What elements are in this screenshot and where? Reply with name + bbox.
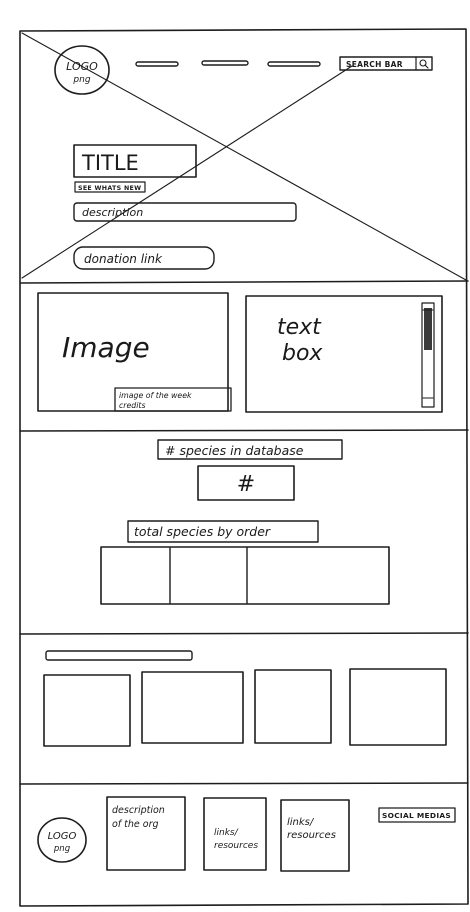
footer-description-line-2: of the org bbox=[112, 819, 159, 830]
species-count-label-text: # species in database bbox=[165, 443, 304, 458]
species-by-order-label: total species by order bbox=[127, 520, 319, 543]
nav-item[interactable] bbox=[201, 60, 249, 66]
header-logo[interactable]: LOGO png bbox=[54, 45, 110, 95]
feature-section: Image image of the week credits text box bbox=[37, 292, 443, 413]
donation-link[interactable]: donation link bbox=[73, 246, 215, 270]
footer-social-medias[interactable]: SOCIAL MEDIAS bbox=[378, 807, 456, 823]
footer-links-2-line-1: links/ bbox=[287, 817, 315, 828]
scrollbar-thumb[interactable] bbox=[424, 308, 432, 350]
page-title-text: TITLE bbox=[81, 151, 139, 175]
footer-links-2-line-2: resources bbox=[287, 830, 336, 841]
hero-section: LOGO png SEARCH BAR TITLE SEE WHATS NEW … bbox=[21, 32, 467, 281]
hero-description-text: description bbox=[82, 206, 143, 219]
footer-org-description: description of the org bbox=[106, 796, 186, 871]
nav-item[interactable] bbox=[135, 61, 179, 67]
logo-subtext: png bbox=[72, 75, 90, 85]
page-title: TITLE bbox=[73, 144, 197, 178]
species-count-box: # bbox=[197, 465, 295, 501]
hero-description: description bbox=[73, 202, 297, 222]
stats-section: # species in database # total species by… bbox=[100, 439, 390, 605]
cards-section bbox=[43, 650, 447, 747]
order-table-frame bbox=[100, 546, 390, 605]
logo-text: LOGO bbox=[66, 60, 98, 73]
see-whats-new-link[interactable]: SEE WHATS NEW bbox=[74, 181, 146, 193]
footer-logo-subtext: png bbox=[53, 844, 71, 854]
footer-links-1-line-1: links/ bbox=[214, 828, 239, 838]
image-label: Image bbox=[62, 331, 150, 364]
card[interactable] bbox=[254, 669, 332, 744]
cards-heading-placeholder bbox=[45, 650, 193, 661]
species-count-label: # species in database bbox=[157, 439, 343, 460]
nav-item[interactable] bbox=[267, 61, 321, 67]
species-count-value: # bbox=[237, 472, 255, 497]
nav-bar bbox=[135, 60, 321, 67]
footer-description-line-1: description bbox=[112, 805, 165, 816]
card[interactable] bbox=[141, 671, 244, 744]
donation-link-label: donation link bbox=[84, 252, 163, 266]
footer-links-resources-1[interactable]: links/ resources bbox=[203, 797, 267, 871]
text-box-panel: text box bbox=[245, 295, 443, 413]
footer-section: LOGO png description of the org links/ r… bbox=[37, 796, 456, 872]
image-caption-credits: credits bbox=[119, 401, 146, 410]
see-whats-new-label: SEE WHATS NEW bbox=[78, 185, 141, 192]
search-bar[interactable]: SEARCH BAR bbox=[339, 56, 433, 71]
text-box-line-1: text bbox=[277, 315, 322, 340]
card[interactable] bbox=[43, 674, 131, 747]
card[interactable] bbox=[349, 668, 447, 746]
wireframe-sketch: LOGO png SEARCH BAR TITLE SEE WHATS NEW … bbox=[19, 28, 469, 907]
species-by-order-label-text: total species by order bbox=[134, 524, 271, 539]
social-medias-label: SOCIAL MEDIAS bbox=[382, 811, 451, 820]
species-by-order-table bbox=[100, 546, 390, 605]
image-caption-title: image of the week bbox=[119, 391, 192, 400]
footer-links-resources-2[interactable]: links/ resources bbox=[280, 799, 350, 872]
text-box-scrollbar[interactable] bbox=[421, 302, 435, 408]
footer-links-1-line-2: resources bbox=[214, 841, 258, 851]
search-icon[interactable] bbox=[419, 59, 429, 69]
footer-logo[interactable]: LOGO png bbox=[37, 817, 87, 863]
text-box-line-2: box bbox=[282, 341, 323, 366]
footer-logo-text: LOGO bbox=[48, 831, 77, 842]
image-of-the-week[interactable]: Image image of the week credits bbox=[37, 292, 232, 412]
search-bar-label: SEARCH BAR bbox=[346, 60, 403, 69]
